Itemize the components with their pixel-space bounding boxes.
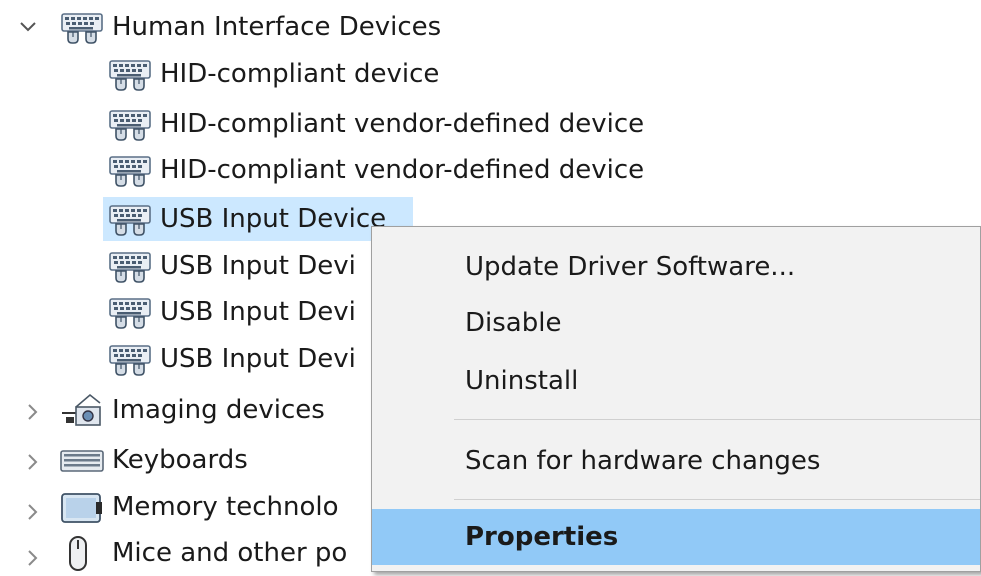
chevron-right-icon[interactable] bbox=[22, 452, 42, 472]
category-label: Keyboards bbox=[112, 445, 248, 475]
hid-device-icon bbox=[108, 151, 152, 189]
menu-item-label: Update Driver Software... bbox=[465, 252, 796, 282]
tree-item-label: USB Input Devi bbox=[160, 297, 356, 327]
tree-item-device[interactable]: USB Input Devi bbox=[108, 243, 356, 289]
tree-item-label: HID-compliant vendor-defined device bbox=[160, 155, 645, 185]
tree-item-device[interactable]: HID-compliant vendor-defined device bbox=[108, 101, 644, 147]
chevron-right-icon[interactable] bbox=[22, 502, 42, 522]
camera-icon bbox=[62, 393, 101, 426]
chevron-right-icon[interactable] bbox=[22, 402, 42, 422]
menu-separator bbox=[454, 499, 980, 500]
hid-device-icon bbox=[108, 105, 152, 143]
tree-item-device[interactable]: USB Input Devi bbox=[108, 289, 356, 335]
menu-item-label: Uninstall bbox=[465, 366, 579, 396]
category-human-interface-devices[interactable]: Human Interface Devices bbox=[60, 4, 441, 50]
menu-item-disable[interactable]: Disable bbox=[372, 298, 980, 348]
category-imaging-devices[interactable]: Imaging devices bbox=[60, 387, 325, 433]
category-mice[interactable]: Mice and other po bbox=[60, 530, 347, 576]
category-memory-technology[interactable]: Memory technolo bbox=[60, 484, 338, 530]
menu-item-scan-for-hardware-changes[interactable]: Scan for hardware changes bbox=[372, 436, 980, 486]
chevron-right-icon[interactable] bbox=[22, 548, 42, 568]
tree-item-label: USB Input Devi bbox=[160, 251, 356, 281]
hid-device-icon bbox=[60, 8, 104, 46]
tree-item-label: HID-compliant vendor-defined device bbox=[160, 109, 645, 139]
tree-item-label: HID-compliant device bbox=[160, 59, 440, 89]
hid-device-icon bbox=[108, 55, 152, 93]
keyboard-icon bbox=[60, 450, 104, 472]
menu-separator bbox=[454, 419, 980, 420]
category-label: Memory technolo bbox=[112, 492, 339, 522]
menu-item-label: Disable bbox=[465, 308, 562, 338]
menu-item-label: Scan for hardware changes bbox=[465, 446, 821, 476]
memory-device-icon bbox=[61, 493, 102, 523]
mouse-icon bbox=[69, 536, 87, 571]
category-label: Imaging devices bbox=[112, 395, 325, 425]
chevron-down-icon[interactable] bbox=[18, 16, 38, 36]
menu-item-uninstall[interactable]: Uninstall bbox=[372, 356, 980, 406]
menu-item-properties[interactable]: Properties bbox=[372, 509, 980, 565]
tree-item-device-selected[interactable]: USB Input Device bbox=[108, 196, 386, 242]
hid-device-icon bbox=[108, 200, 152, 238]
category-keyboards[interactable]: Keyboards bbox=[60, 437, 248, 483]
tree-item-device[interactable]: HID-compliant vendor-defined device bbox=[108, 147, 644, 193]
hid-device-icon bbox=[108, 293, 152, 331]
category-label: Mice and other po bbox=[112, 538, 348, 568]
tree-item-device[interactable]: HID-compliant device bbox=[108, 51, 439, 97]
menu-item-label: Properties bbox=[465, 522, 619, 552]
menu-item-update-driver-software[interactable]: Update Driver Software... bbox=[372, 242, 980, 292]
hid-device-icon bbox=[108, 247, 152, 285]
category-label: Human Interface Devices bbox=[112, 12, 442, 42]
tree-item-label: USB Input Device bbox=[160, 204, 387, 234]
tree-item-label: USB Input Devi bbox=[160, 344, 356, 374]
hid-device-icon bbox=[108, 340, 152, 378]
tree-item-device[interactable]: USB Input Devi bbox=[108, 336, 356, 382]
context-menu: Update Driver Software... Disable Uninst… bbox=[371, 226, 981, 572]
